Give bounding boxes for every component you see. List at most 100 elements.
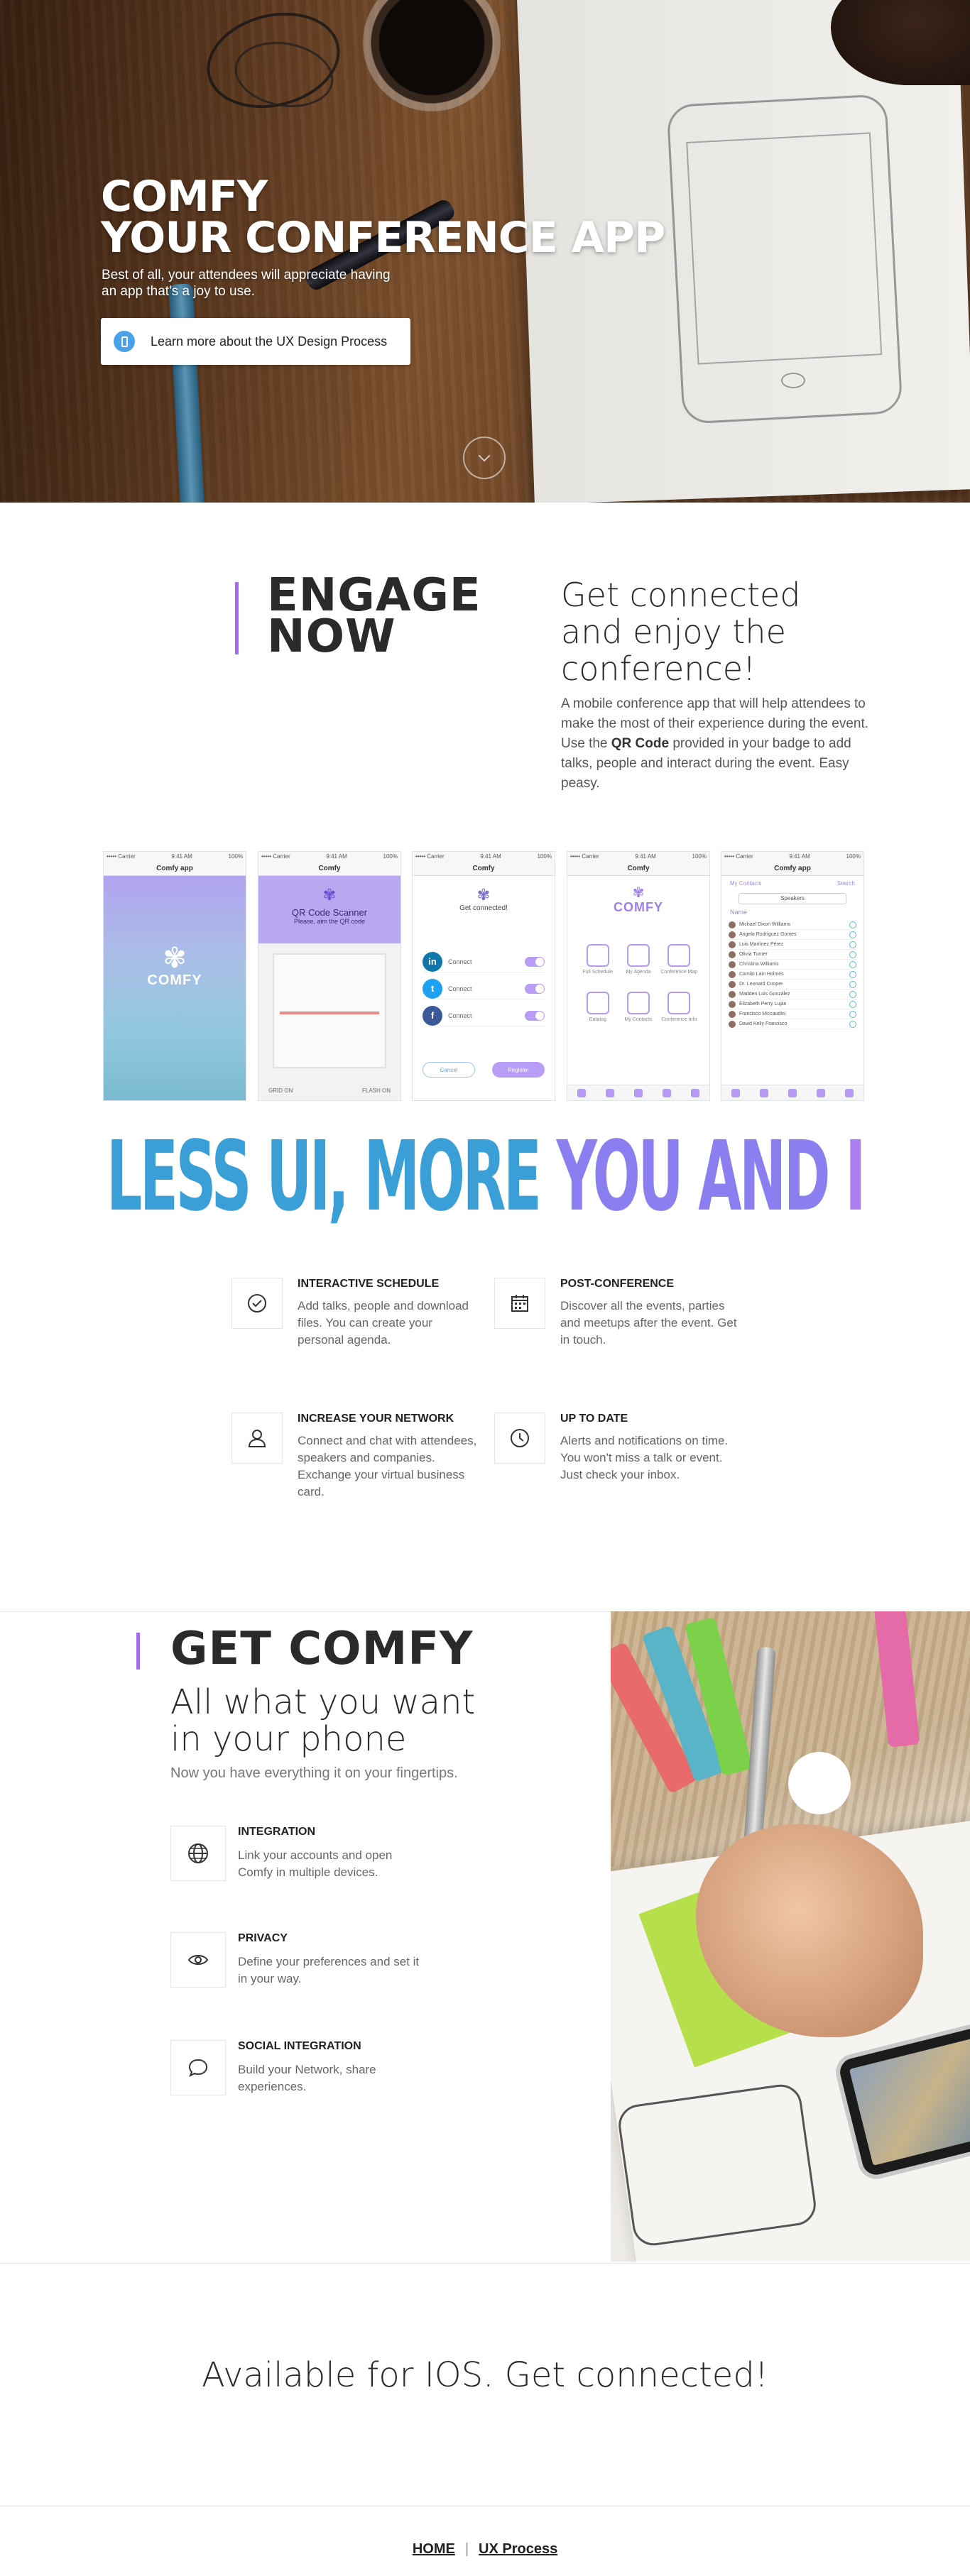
contact-row[interactable]: Olivia Turner (729, 950, 856, 960)
avatar (729, 950, 736, 958)
avatar (729, 1010, 736, 1018)
twitter-row[interactable]: t Connect (423, 978, 545, 999)
tile-conference-info[interactable]: Conference Info (659, 992, 699, 1022)
comfy-logo-icon: ✾ (163, 943, 187, 974)
item-text: Define your preferences and set it in yo… (238, 1955, 420, 1985)
footer-ux-process-link[interactable]: UX Process (479, 2541, 557, 2557)
flash-toggle[interactable]: FLASH ON (362, 1087, 391, 1095)
contact-row[interactable]: Luis Martínez Pérez (729, 940, 856, 950)
check-icon (849, 921, 856, 928)
battery-label: 100% (537, 853, 552, 860)
cancel-button[interactable]: Cancel (423, 1062, 475, 1078)
tile-full-schedule[interactable]: Full Schedule (577, 944, 618, 975)
search-icon: Search (837, 880, 855, 887)
play-button-icon[interactable] (788, 1752, 851, 1814)
tab-icon[interactable] (634, 1088, 643, 1097)
toggle-switch[interactable] (525, 956, 545, 967)
tile-my-contacts[interactable]: My Contacts (618, 992, 658, 1022)
contact-row[interactable]: Madden Luis González (729, 990, 856, 999)
slogan-text: LESS UI, MORE YOU AND I (107, 1127, 863, 1227)
tile-label: Conference Map (660, 970, 698, 975)
tab-bar (721, 1085, 863, 1100)
tab-icon[interactable] (760, 1088, 768, 1097)
segment-speakers[interactable]: Speakers (739, 893, 846, 904)
tab-icon[interactable] (845, 1088, 854, 1097)
register-button[interactable]: Register (492, 1062, 545, 1078)
footer-home-link[interactable]: HOME (413, 2541, 455, 2557)
check-icon (849, 960, 856, 968)
status-bar: ••••• Carrier 9:41 AM 100% (721, 852, 863, 862)
avatar (729, 1000, 736, 1008)
toggle-switch[interactable] (525, 1010, 545, 1021)
hero-subtitle: Best of all, your attendees will appreci… (102, 268, 391, 299)
toggle-switch[interactable] (525, 983, 545, 994)
feature-title: POST-CONFERENCE (560, 1278, 675, 1290)
engage-title-line2: NOW (267, 610, 396, 663)
time-label: 9:41 AM (480, 853, 501, 860)
facebook-row[interactable]: f Connect (423, 1005, 545, 1026)
facebook-icon: f (423, 1005, 442, 1026)
tab-icon[interactable] (577, 1088, 586, 1097)
list-header: Name (730, 909, 748, 916)
connect-label: Connect (448, 985, 472, 992)
nav-bar-title: Comfy (258, 862, 400, 876)
tab-icon[interactable] (731, 1088, 740, 1097)
contact-row[interactable]: Francisco Miccaudini (729, 1009, 856, 1019)
contact-row[interactable]: Dr. Leonard Cooper (729, 980, 856, 990)
tile-conference-map[interactable]: Conference Map (659, 944, 699, 975)
app-screenshots: ••••• Carrier 9:41 AM 100% Comfy app ✾ COM… (104, 852, 866, 1100)
tab-icon[interactable] (691, 1088, 699, 1097)
tab-icon[interactable] (663, 1088, 671, 1097)
phone-sketch-decoration (616, 2081, 819, 2249)
contact-name: David Kelly Francisco (739, 1021, 788, 1026)
battery-label: 100% (228, 853, 243, 860)
globe-icon (170, 1826, 226, 1881)
mobile-phone-icon (114, 331, 135, 352)
map-icon (667, 944, 691, 967)
qr-scanner-screen: ••••• Carrier 9:41 AM 100% Comfy ✾ QR Code… (258, 852, 400, 1100)
hero-title-line1: COMFY (101, 172, 268, 221)
get-comfy-subtitle: Now you have everything it on your finge… (170, 1765, 458, 1781)
get-comfy-heading: All what you want in your phone (170, 1682, 476, 1759)
carrier-label: ••••• Carrier (261, 853, 290, 860)
scanner-header: ✾ QR Code Scanner Please, aim the QR cod… (258, 876, 400, 943)
contact-row[interactable]: Angela Rodríguez Gomes (729, 930, 856, 940)
scroll-down-button[interactable] (463, 437, 506, 479)
ux-process-button[interactable]: Learn more about the UX Design Process (101, 318, 410, 365)
carrier-label: ••••• Carrier (724, 853, 753, 860)
chevron-down-icon (478, 449, 491, 462)
eye-icon (170, 1932, 226, 1988)
comfy-logo: ✾ COMFY (104, 944, 246, 989)
contact-row[interactable]: Elizabeth Perry Luján (729, 999, 856, 1009)
contact-row[interactable]: David Kelly Francisco (729, 1019, 856, 1029)
contact-row[interactable]: Christina Williams (729, 960, 856, 970)
contact-row[interactable]: Michael Dixon Williams (729, 920, 856, 930)
ux-process-button-label: Learn more about the UX Design Process (151, 334, 388, 349)
scanner-toolbar: GRID ON FLASH ON (258, 1082, 400, 1100)
hero-title: COMFY YOUR CONFERENCE APP (101, 172, 665, 259)
catalog-icon (586, 992, 609, 1014)
linkedin-row[interactable]: in Connect (423, 951, 545, 972)
status-bar: ••••• Carrier 9:41 AM 100% (258, 852, 400, 862)
contact-row[interactable]: Camilo Lain Holmes (729, 970, 856, 980)
check-icon (849, 990, 856, 998)
tab-icon[interactable] (817, 1088, 825, 1097)
tab-icon[interactable] (788, 1088, 797, 1097)
tile-label: My Agenda (626, 970, 651, 975)
contacts-search[interactable]: My Contacts Search (730, 880, 855, 890)
hero-section: COMFY YOUR CONFERENCE APP Best of all, y… (0, 0, 970, 503)
splash-screen: ••••• Carrier 9:41 AM 100% Comfy app ✾ COM… (104, 852, 246, 1100)
tab-icon[interactable] (606, 1088, 614, 1097)
tile-my-agenda[interactable]: My Agenda (618, 944, 658, 975)
connect-actions: Cancel Register (423, 1062, 545, 1078)
connect-heading: Get connected! (459, 904, 508, 912)
feature-title: INCREASE YOUR NETWORK (298, 1413, 454, 1425)
grid-toggle[interactable]: GRID ON (268, 1087, 293, 1095)
sketching-photo (611, 1611, 970, 2262)
comfy-logo-icon: ✾ (632, 885, 645, 901)
agenda-icon (626, 944, 650, 967)
carrier-label: ••••• Carrier (570, 853, 599, 860)
tile-catalog[interactable]: Catalog (577, 992, 618, 1022)
engage-text-bold: QR Code (611, 736, 670, 751)
avatar (729, 921, 736, 928)
